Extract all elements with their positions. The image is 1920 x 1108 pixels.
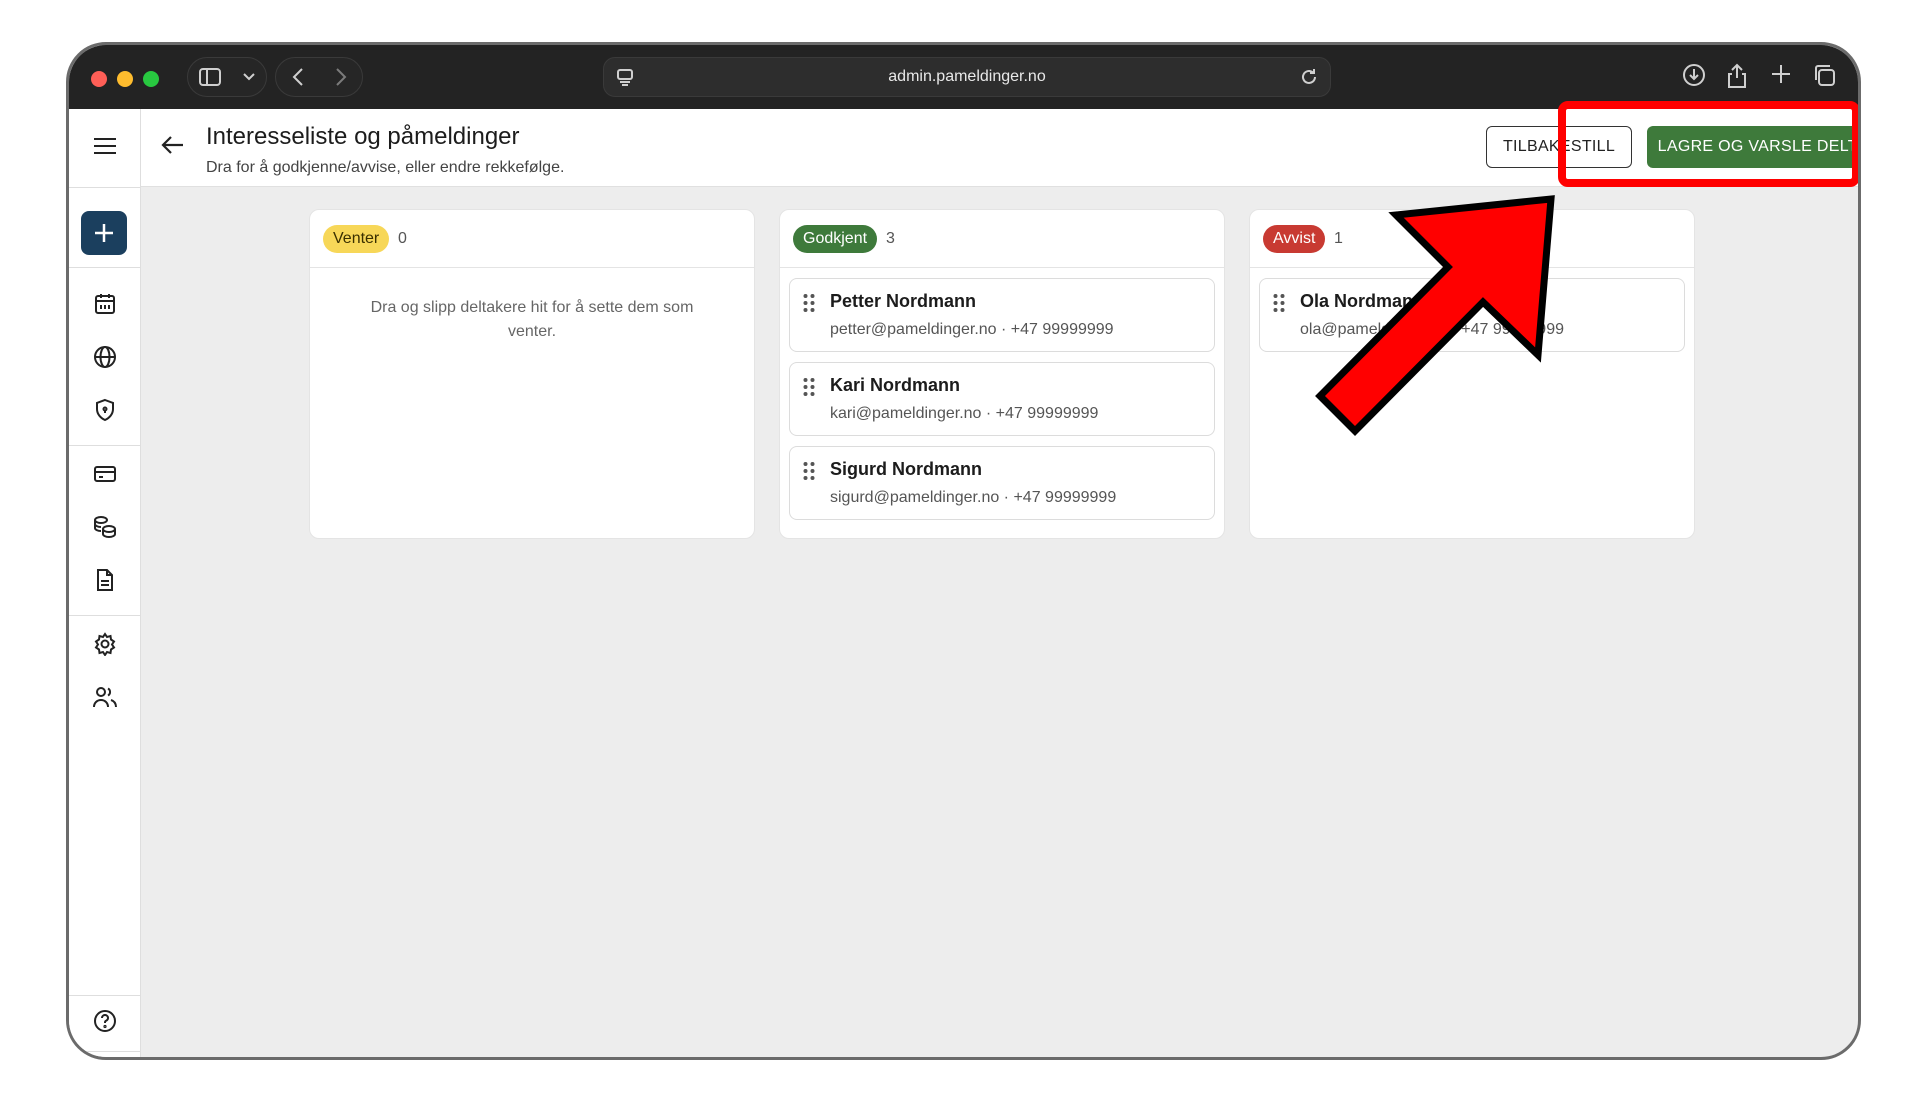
create-button[interactable]: [81, 211, 127, 255]
sidebar-divider: [69, 187, 141, 188]
sidebar-divider: [69, 445, 141, 446]
sidebar-divider: [69, 267, 141, 268]
empty-dropzone-text: Dra og slipp deltakere hit for å sette d…: [370, 299, 694, 340]
participant-contact: sigurd@pameldinger.no · +47 99999999: [830, 489, 1117, 506]
back-arrow-icon[interactable]: [161, 135, 185, 160]
zoom-window-button[interactable]: [143, 71, 159, 87]
share-icon[interactable]: [1726, 63, 1748, 89]
coins-icon[interactable]: [69, 512, 141, 542]
forward-icon[interactable]: [335, 68, 347, 86]
back-icon[interactable]: [292, 68, 304, 86]
browser-titlebar: admin.pameldinger.no: [69, 45, 1858, 109]
reader-icon[interactable]: [616, 68, 634, 91]
column-approved[interactable]: Godkjent 3 Petter Nordmann petter@pameld…: [779, 209, 1225, 539]
participant-contact: petter@pameldinger.no · +47 99999999: [830, 321, 1114, 338]
globe-icon[interactable]: [69, 342, 141, 372]
sidebar-toggle-icon[interactable]: [199, 68, 221, 86]
page-subtitle: Dra for å godkjenne/avvise, eller endre …: [206, 159, 565, 176]
gear-icon[interactable]: [69, 629, 141, 659]
participant-card[interactable]: Kari Nordmann kari@pameldinger.no · +47 …: [789, 362, 1215, 436]
column-header: Godkjent 3: [780, 210, 1224, 268]
save-and-notify-button[interactable]: LAGRE OG VARSLE DELTAKERE: [1647, 126, 1858, 168]
drag-handle-icon[interactable]: [1272, 293, 1286, 318]
sidebar-toggle-group[interactable]: [187, 57, 267, 97]
tabs-overview-icon[interactable]: [1812, 63, 1836, 87]
participant-card[interactable]: Sigurd Nordmann sigurd@pameldinger.no · …: [789, 446, 1215, 520]
column-count: 1: [1334, 230, 1343, 247]
drag-handle-icon[interactable]: [802, 461, 816, 486]
sidebar-divider: [69, 1051, 141, 1052]
document-icon[interactable]: [69, 565, 141, 595]
download-icon[interactable]: [1682, 63, 1706, 87]
column-count: 0: [398, 230, 407, 247]
column-header: Venter 0: [310, 210, 754, 268]
page-header: Interesseliste og påmeldinger Dra for å …: [141, 109, 1858, 187]
status-badge-rejected: Avvist: [1263, 225, 1326, 253]
participant-name: Sigurd Nordmann: [830, 459, 982, 479]
users-icon[interactable]: [69, 682, 141, 712]
participant-name: Petter Nordmann: [830, 291, 977, 311]
participant-card[interactable]: Petter Nordmann petter@pameldinger.no · …: [789, 278, 1215, 352]
drag-handle-icon[interactable]: [802, 293, 816, 318]
participant-card[interactable]: Ola Nordmann ola@pameldinger.no · +47 99…: [1259, 278, 1685, 352]
reset-button[interactable]: TILBAKESTILL: [1486, 126, 1632, 168]
participant-contact: kari@pameldinger.no · +47 99999999: [830, 405, 1099, 422]
url-text: admin.pameldinger.no: [888, 68, 1046, 85]
status-badge-approved: Godkjent: [793, 225, 878, 253]
address-bar[interactable]: admin.pameldinger.no: [603, 57, 1331, 97]
browser-window: admin.pameldinger.no Interesseliste og p…: [66, 42, 1861, 1060]
menu-icon[interactable]: [69, 131, 141, 161]
column-rejected[interactable]: Avvist 1 Ola Nordmann ola@pameldinger.no…: [1249, 209, 1695, 539]
reload-icon[interactable]: [1300, 68, 1318, 91]
status-badge-waiting: Venter: [323, 225, 390, 253]
participant-name: Kari Nordmann: [830, 375, 961, 395]
drag-handle-icon[interactable]: [802, 377, 816, 402]
column-waiting[interactable]: Venter 0 Dra og slipp deltakere hit for …: [309, 209, 755, 539]
column-count: 3: [886, 230, 895, 247]
credit-card-icon[interactable]: [69, 459, 141, 489]
help-icon[interactable]: [69, 1006, 141, 1036]
close-window-button[interactable]: [91, 71, 107, 87]
chevron-down-icon[interactable]: [243, 73, 255, 81]
column-header: Avvist 1: [1250, 210, 1694, 268]
new-tab-icon[interactable]: [1770, 63, 1792, 85]
minimize-window-button[interactable]: [117, 71, 133, 87]
app-sidebar: ON: [69, 109, 141, 1057]
participant-contact: ola@pameldinger.no · +47 99999999: [1300, 321, 1564, 338]
calendar-icon[interactable]: [69, 289, 141, 319]
shield-icon[interactable]: [69, 395, 141, 425]
sidebar-divider: [69, 615, 141, 616]
sidebar-divider: [69, 995, 141, 996]
plus-icon: [95, 224, 113, 242]
history-nav-group: [275, 57, 363, 97]
participant-name: Ola Nordmann: [1300, 291, 1425, 311]
page-title: Interesseliste og påmeldinger: [206, 123, 520, 150]
